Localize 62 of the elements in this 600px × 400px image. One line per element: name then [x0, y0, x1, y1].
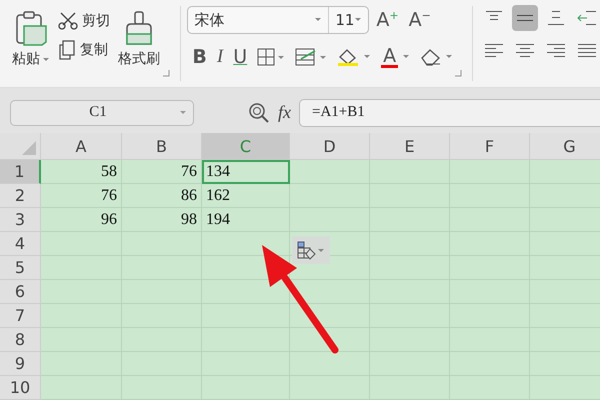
row-header[interactable]: 9	[0, 352, 41, 376]
eraser-icon	[420, 48, 454, 66]
row-header[interactable]: 10	[0, 376, 41, 400]
scissors-icon	[58, 12, 78, 30]
vertical-align-icon	[546, 10, 566, 26]
table-cell: 134	[202, 160, 290, 184]
horizontal-align-icon	[577, 42, 597, 58]
column-header[interactable]: A	[41, 133, 122, 160]
row-header[interactable]: 7	[0, 304, 41, 328]
middle-align-button[interactable]	[512, 5, 538, 31]
caret-icon	[402, 54, 410, 60]
row-header[interactable]: 1	[0, 160, 41, 184]
dialog-launcher-icon[interactable]	[455, 70, 462, 77]
table-cell: 58	[41, 160, 122, 184]
format-painter-button[interactable]: 格式刷	[116, 6, 162, 74]
paste-options-icon	[297, 240, 325, 260]
paste-button[interactable]: 粘贴	[10, 6, 52, 74]
row-header[interactable]: 4	[0, 232, 41, 256]
bold-button[interactable]: B	[187, 42, 212, 72]
paste-options-button[interactable]	[292, 236, 330, 264]
column-header[interactable]: B	[122, 133, 202, 160]
table-cell: 76	[122, 160, 202, 184]
row-header[interactable]: 3	[0, 208, 41, 232]
table-cell: 86	[122, 184, 202, 208]
row-header[interactable]: 5	[0, 256, 41, 280]
copy-icon	[58, 40, 76, 60]
table-cell: 162	[202, 184, 290, 208]
copy-button[interactable]: 复制	[56, 38, 112, 62]
function-label[interactable]: fx	[278, 102, 291, 123]
shrink-font-button[interactable]: A$^{−}$	[406, 9, 434, 31]
caret-icon	[179, 110, 187, 116]
column-header[interactable]: F	[450, 133, 530, 160]
grow-font-button[interactable]: A$^{+}$	[373, 9, 402, 31]
formula-field[interactable]: =A1+B1	[299, 98, 600, 126]
row-header[interactable]: 2	[0, 184, 41, 208]
vertical-align-icon	[577, 10, 597, 26]
table-cell: 96	[41, 208, 122, 232]
borders-icon	[257, 48, 286, 66]
table-cell: 194	[202, 208, 290, 232]
row-header[interactable]: 6	[0, 280, 41, 304]
paint-bucket-icon	[337, 47, 372, 67]
column-header[interactable]: E	[370, 133, 450, 160]
table-cell: 76	[41, 184, 122, 208]
horizontal-align-icon	[546, 42, 566, 58]
column-header[interactable]: G	[530, 133, 600, 160]
font-color-button[interactable]: A	[376, 42, 416, 72]
clipboard-icon	[14, 10, 48, 46]
dialog-launcher-icon[interactable]	[163, 70, 170, 77]
column-header[interactable]: D	[290, 133, 370, 160]
triangle-icon	[22, 141, 36, 155]
caret-icon	[42, 56, 50, 62]
table-cell: 98	[122, 208, 202, 232]
name-box[interactable]: C1	[10, 100, 194, 126]
paintbrush-icon	[124, 10, 154, 46]
cut-button[interactable]: 剪切	[56, 10, 112, 32]
row-header[interactable]: 8	[0, 328, 41, 352]
horizontal-align-icon	[484, 42, 504, 58]
table-pen-icon	[295, 48, 328, 66]
italic-button[interactable]: I	[212, 42, 228, 72]
zoom-icon[interactable]	[248, 102, 270, 124]
horizontal-align-icon	[515, 42, 535, 58]
underline-button[interactable]: U	[228, 42, 252, 72]
